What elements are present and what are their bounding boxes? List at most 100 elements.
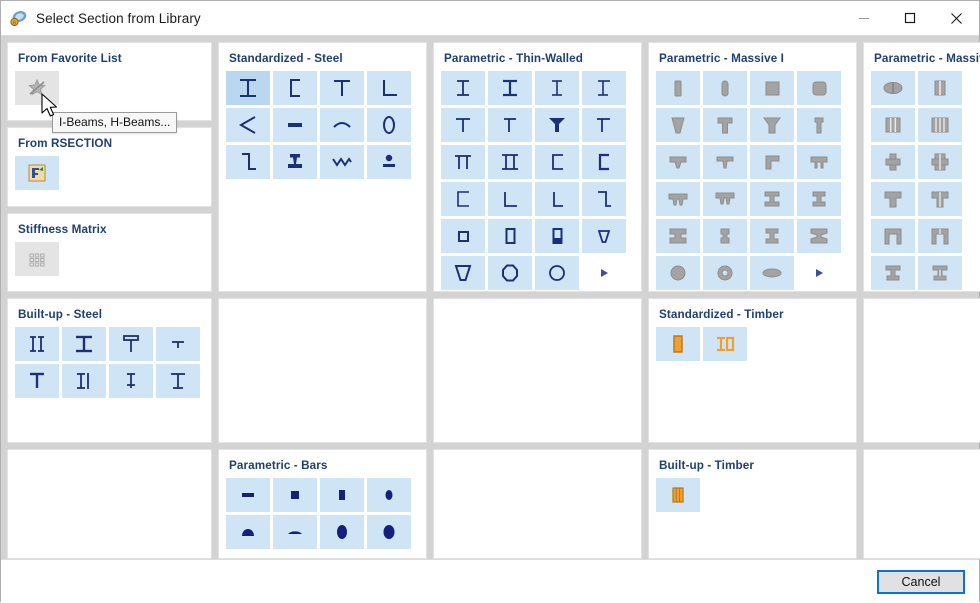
section-t-section[interactable] bbox=[320, 71, 364, 105]
section-m-i-5[interactable] bbox=[750, 219, 794, 253]
favorite-star-icon-tile[interactable] bbox=[15, 71, 59, 105]
section-tw-i-3[interactable] bbox=[535, 71, 579, 105]
section-bu-t-1[interactable] bbox=[15, 364, 59, 398]
section-tw-angle-1[interactable] bbox=[488, 182, 532, 216]
section-m2-barrel[interactable] bbox=[871, 71, 915, 105]
section-timber-i[interactable] bbox=[703, 327, 747, 361]
section-m-i-2[interactable] bbox=[797, 182, 841, 216]
section-i-beam[interactable] bbox=[226, 71, 270, 105]
rsection-icon-tile[interactable] bbox=[15, 156, 59, 191]
section-tw-angle-2[interactable] bbox=[535, 182, 579, 216]
section-tw-t-4[interactable] bbox=[582, 108, 626, 142]
section-tw-rect-hollow[interactable] bbox=[488, 219, 532, 253]
section-tw-i-4[interactable] bbox=[582, 71, 626, 105]
section-tw-i-2[interactable] bbox=[488, 71, 532, 105]
section-m-more[interactable] bbox=[797, 256, 841, 290]
section-timber-rect[interactable] bbox=[656, 327, 700, 361]
section-tw-i-1[interactable] bbox=[441, 71, 485, 105]
section-bar-flat[interactable] bbox=[226, 478, 270, 512]
section-bu-t-plate[interactable] bbox=[109, 327, 153, 361]
section-bulb-flat[interactable] bbox=[367, 145, 411, 179]
section-bar-rect[interactable] bbox=[320, 478, 364, 512]
section-timber-glulam[interactable] bbox=[656, 478, 700, 512]
section-round-hollow[interactable] bbox=[367, 108, 411, 142]
section-m2-cross-1[interactable] bbox=[871, 145, 915, 179]
section-m2-arch-1[interactable] bbox=[871, 219, 915, 253]
section-channel[interactable] bbox=[273, 71, 317, 105]
section-m-taper-1[interactable] bbox=[656, 108, 700, 142]
section-m2-i-2[interactable] bbox=[918, 256, 962, 290]
section-bar-small-circle[interactable] bbox=[367, 478, 411, 512]
section-angle-l[interactable] bbox=[367, 71, 411, 105]
section-m-ellipse[interactable] bbox=[750, 256, 794, 290]
section-m-rect-2[interactable] bbox=[703, 71, 747, 105]
section-bu-i-plain[interactable] bbox=[156, 364, 200, 398]
section-tw-channel-3[interactable] bbox=[441, 182, 485, 216]
section-tw-circle[interactable] bbox=[535, 256, 579, 290]
section-m-twin-leg-1[interactable] bbox=[797, 145, 841, 179]
section-tw-z[interactable] bbox=[582, 182, 626, 216]
section-m-tee-1[interactable] bbox=[703, 108, 747, 142]
section-tw-t-1[interactable] bbox=[441, 108, 485, 142]
section-m-i-1[interactable] bbox=[750, 182, 794, 216]
section-m-inv-tee-1[interactable] bbox=[656, 145, 700, 179]
section-bu-small-t[interactable] bbox=[156, 327, 200, 361]
section-tw-t-2[interactable] bbox=[488, 108, 532, 142]
section-rail[interactable] bbox=[273, 145, 317, 179]
section-m-ring[interactable] bbox=[703, 256, 747, 290]
section-m2-four-cells[interactable] bbox=[918, 108, 962, 142]
section-m-twin-leg-2[interactable] bbox=[656, 182, 700, 216]
stiffness-matrix-icon-tile[interactable] bbox=[15, 241, 59, 276]
section-m-circle[interactable] bbox=[656, 256, 700, 290]
minimize-button[interactable] bbox=[841, 1, 887, 35]
panel-title: Built-up - Timber bbox=[659, 459, 754, 472]
section-tw-trapezoid-2[interactable] bbox=[441, 256, 485, 290]
section-bu-i-wide[interactable] bbox=[62, 327, 106, 361]
maximize-button[interactable] bbox=[887, 1, 933, 35]
section-m-i-4[interactable] bbox=[703, 219, 747, 253]
section-m2-two-cells[interactable] bbox=[918, 71, 962, 105]
section-m2-three-cells[interactable] bbox=[871, 108, 915, 142]
section-m2-cross-2[interactable] bbox=[918, 145, 962, 179]
section-m-i-6[interactable] bbox=[797, 219, 841, 253]
section-m-l-massive[interactable] bbox=[750, 145, 794, 179]
section-m-triple-leg[interactable] bbox=[703, 182, 747, 216]
cancel-button[interactable]: Cancel bbox=[877, 569, 965, 594]
section-bar-circle[interactable] bbox=[367, 515, 411, 549]
section-tw-double-i[interactable] bbox=[488, 145, 532, 179]
section-tw-channel-2[interactable] bbox=[582, 145, 626, 179]
section-m-rect-1[interactable] bbox=[656, 71, 700, 105]
close-button[interactable] bbox=[933, 1, 979, 35]
section-m-tee-3[interactable] bbox=[797, 108, 841, 142]
section-bar-square[interactable] bbox=[273, 478, 317, 512]
section-tw-channel-1[interactable] bbox=[535, 145, 579, 179]
section-m-square-1[interactable] bbox=[750, 71, 794, 105]
section-tw-square-hollow[interactable] bbox=[441, 219, 485, 253]
section-bu-i-narrow[interactable] bbox=[109, 364, 153, 398]
section-angle-acute[interactable] bbox=[226, 108, 270, 142]
section-tw-trapezoid-1[interactable] bbox=[582, 219, 626, 253]
section-tw-rect-hollow-2[interactable] bbox=[535, 219, 579, 253]
section-m2-arch-2[interactable] bbox=[918, 219, 962, 253]
section-m2-tee-2[interactable] bbox=[918, 182, 962, 216]
section-tw-more[interactable] bbox=[582, 256, 626, 290]
section-flat-bar[interactable] bbox=[273, 108, 317, 142]
section-z-section[interactable] bbox=[226, 145, 270, 179]
section-m2-tee-1[interactable] bbox=[871, 182, 915, 216]
section-tw-t-3[interactable] bbox=[535, 108, 579, 142]
section-tw-pi[interactable] bbox=[441, 145, 485, 179]
section-m2-i-1[interactable] bbox=[871, 256, 915, 290]
section-corrugated[interactable] bbox=[320, 145, 364, 179]
section-bu-double-i[interactable] bbox=[15, 327, 59, 361]
section-rolled-plate[interactable] bbox=[320, 108, 364, 142]
section-tw-octagon[interactable] bbox=[488, 256, 532, 290]
tile-grid bbox=[15, 327, 204, 398]
section-m-square-2[interactable] bbox=[797, 71, 841, 105]
section-bar-segment[interactable] bbox=[273, 515, 317, 549]
section-m-i-3[interactable] bbox=[656, 219, 700, 253]
section-m-inv-tee-2[interactable] bbox=[703, 145, 747, 179]
section-m-tee-2[interactable] bbox=[750, 108, 794, 142]
section-bar-oval[interactable] bbox=[320, 515, 364, 549]
section-bar-half-round[interactable] bbox=[226, 515, 270, 549]
section-bu-i-channel[interactable] bbox=[62, 364, 106, 398]
